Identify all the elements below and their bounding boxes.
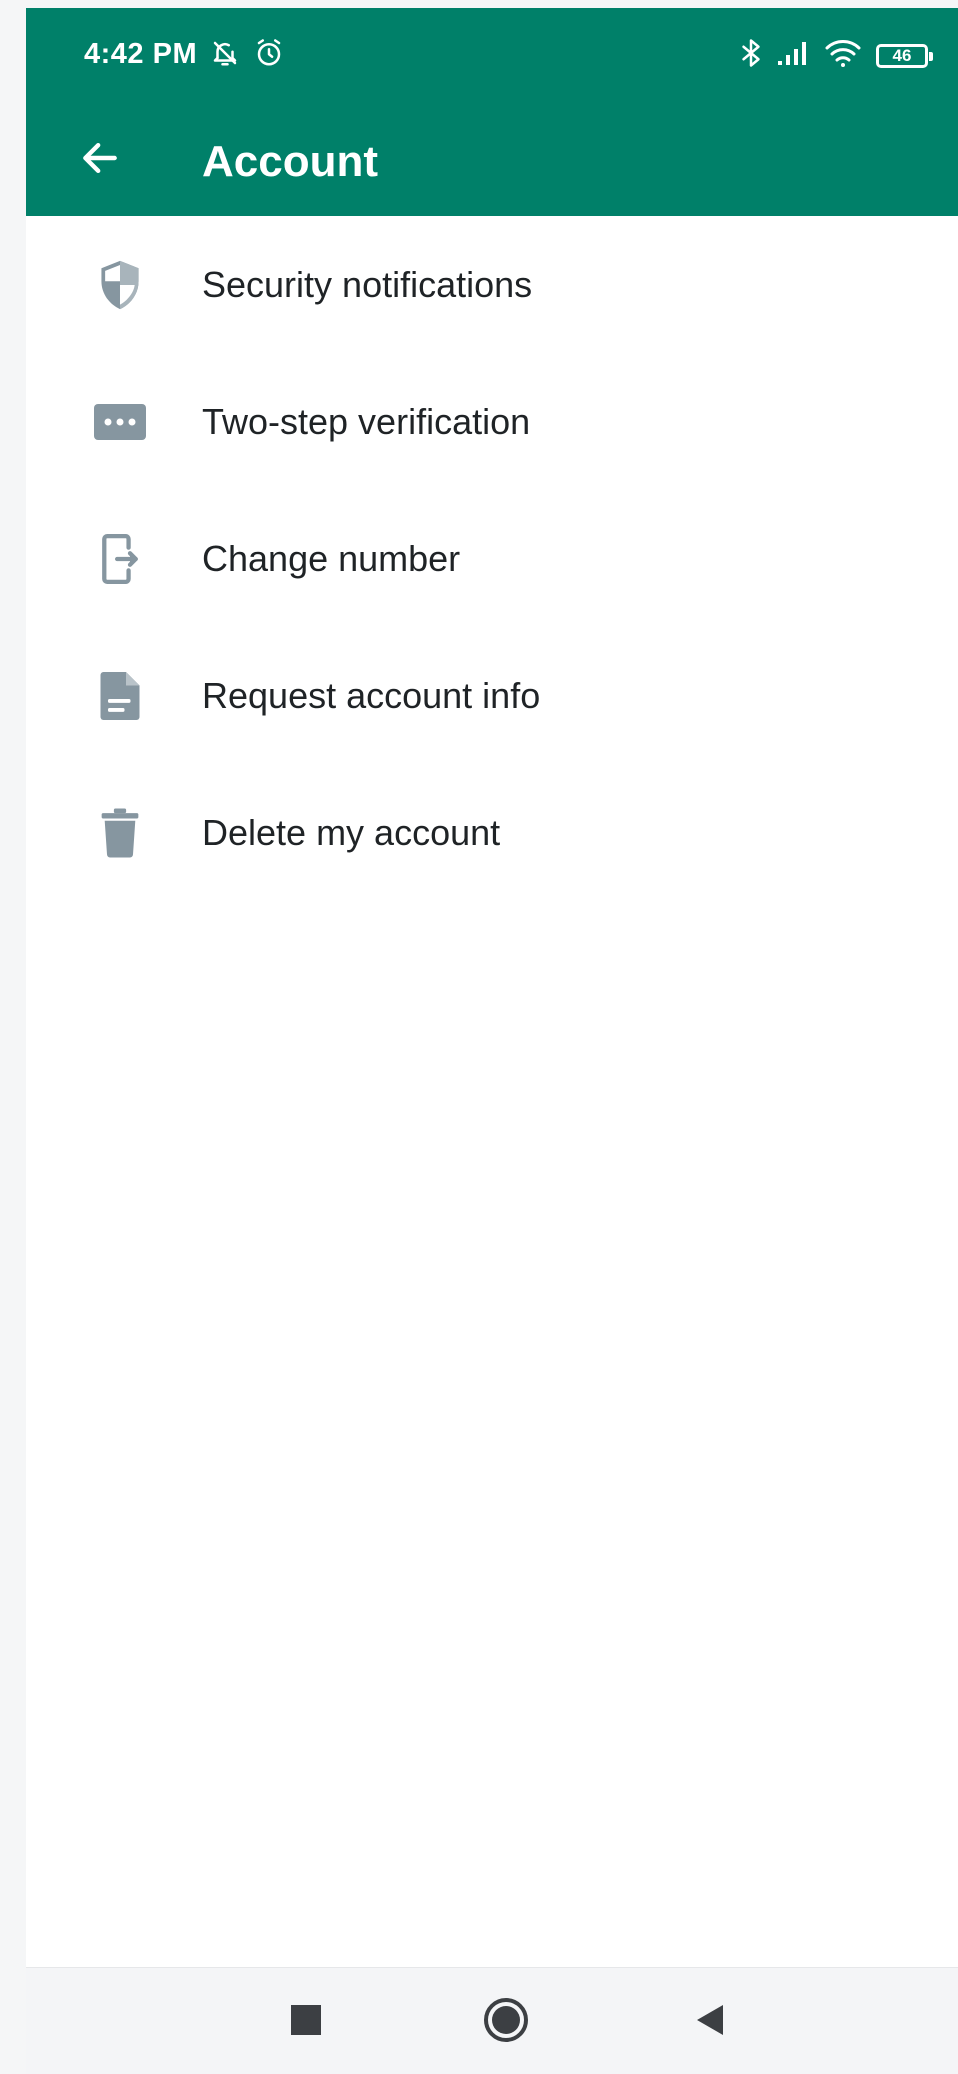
arrow-left-icon [78,136,122,185]
recents-button[interactable] [276,1992,336,2052]
mute-icon [210,38,240,73]
app-bar: Account [26,108,958,216]
shield-icon [86,251,154,319]
settings-item-request-account-info[interactable]: Request account info [26,627,958,764]
status-bar: 4:42 PM 46 [26,8,958,108]
system-nav-bar [26,1967,958,2074]
settings-item-change-number[interactable]: Change number [26,490,958,627]
password-dots-icon [86,388,154,456]
square-icon [291,2004,321,2040]
settings-item-label: Delete my account [202,811,501,853]
settings-list: Security notifications Two-step verifica… [26,216,958,901]
battery-level: 46 [892,45,912,65]
triangle-back-icon [695,2003,725,2042]
settings-item-label: Change number [202,537,461,579]
settings-item-label: Two-step verification [202,400,531,442]
wifi-icon [824,38,862,73]
device-frame: 4:42 PM 46 Account Security notification… [0,0,958,2074]
signal-icon [776,39,810,72]
settings-item-delete-account[interactable]: Delete my account [26,764,958,901]
settings-item-two-step-verification[interactable]: Two-step verification [26,353,958,490]
status-right-icons: 46 [740,38,933,73]
status-left-icons [210,38,284,73]
bluetooth-icon [740,38,762,73]
settings-item-label: Request account info [202,674,541,716]
document-icon [86,662,154,730]
screen: 4:42 PM 46 Account Security notification… [26,8,958,2074]
page-title: Account [202,137,378,186]
battery-icon: 46 [876,43,933,68]
back-button[interactable] [70,130,130,190]
circle-icon [483,1997,529,2048]
settings-item-label: Security notifications [202,263,533,305]
header: 4:42 PM 46 Account [26,8,958,216]
back-nav-button[interactable] [680,1992,740,2052]
change-number-icon [86,525,154,593]
trash-icon [86,799,154,867]
home-button[interactable] [476,1992,536,2052]
settings-item-security-notifications[interactable]: Security notifications [26,216,958,353]
alarm-icon [254,38,284,73]
status-time: 4:42 PM [84,38,198,70]
